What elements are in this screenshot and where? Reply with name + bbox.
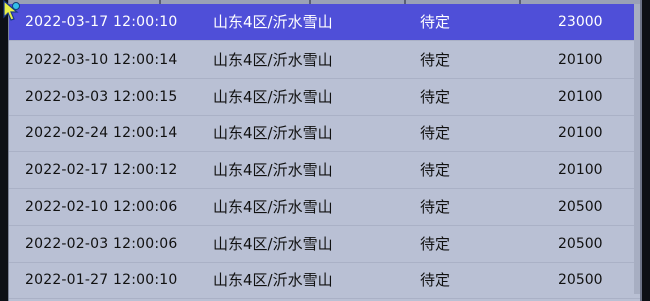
row-price: 20500 bbox=[558, 272, 603, 288]
row-status: 待定 bbox=[420, 161, 451, 179]
row-status: 待定 bbox=[420, 198, 451, 216]
row-status: 待定 bbox=[420, 13, 451, 31]
row-price: 23000 bbox=[558, 14, 603, 30]
table-row[interactable]: 2022-02-10 12:00:06 山东4区/沂水雪山 待定 20500 bbox=[9, 189, 640, 226]
row-time: 2022-02-17 12:00:12 bbox=[25, 162, 178, 178]
row-server: 山东4区/沂水雪山 bbox=[213, 51, 333, 69]
row-time: 2022-01-27 12:00:10 bbox=[25, 272, 178, 288]
table-row[interactable]: 2022-01-27 12:00:10 山东4区/沂水雪山 待定 20500 bbox=[9, 262, 640, 299]
row-time: 2022-02-24 12:00:14 bbox=[25, 125, 178, 141]
row-price: 20100 bbox=[558, 162, 603, 178]
row-status: 待定 bbox=[420, 235, 451, 253]
row-price: 20100 bbox=[558, 125, 603, 141]
row-server: 山东4区/沂水雪山 bbox=[213, 198, 333, 216]
row-status: 待定 bbox=[420, 124, 451, 142]
row-price: 20500 bbox=[558, 199, 603, 215]
row-price: 20100 bbox=[558, 89, 603, 105]
row-server: 山东4区/沂水雪山 bbox=[213, 161, 333, 179]
row-server: 山东4区/沂水雪山 bbox=[213, 235, 333, 253]
row-time: 2022-02-10 12:00:06 bbox=[25, 199, 178, 215]
trade-history-list[interactable]: 2022-03-17 12:00:10 山东4区/沂水雪山 待定 23000 2… bbox=[8, 0, 642, 301]
list-scrollbar[interactable] bbox=[634, 4, 640, 294]
table-row[interactable]: 2022-02-17 12:00:12 山东4区/沂水雪山 待定 20100 bbox=[9, 152, 640, 189]
row-status: 待定 bbox=[420, 51, 451, 69]
row-time: 2022-03-17 12:00:10 bbox=[25, 14, 178, 30]
table-row[interactable]: 2022-03-03 12:00:15 山东4区/沂水雪山 待定 20100 bbox=[9, 79, 640, 116]
row-server: 山东4区/沂水雪山 bbox=[213, 271, 333, 289]
row-time: 2022-03-03 12:00:15 bbox=[25, 89, 178, 105]
table-row[interactable]: 2022-02-24 12:00:14 山东4区/沂水雪山 待定 20100 bbox=[9, 115, 640, 152]
table-row[interactable]: 2022-03-17 12:00:10 山东4区/沂水雪山 待定 23000 bbox=[9, 4, 640, 41]
row-price: 20100 bbox=[558, 52, 603, 68]
row-status: 待定 bbox=[420, 271, 451, 289]
row-time: 2022-03-10 12:00:14 bbox=[25, 52, 178, 68]
mouse-pointer-icon bbox=[3, 0, 20, 21]
row-server: 山东4区/沂水雪山 bbox=[213, 13, 333, 31]
table-row[interactable]: 2022-03-10 12:00:14 山东4区/沂水雪山 待定 20100 bbox=[9, 42, 640, 79]
row-server: 山东4区/沂水雪山 bbox=[213, 124, 333, 142]
row-time: 2022-02-03 12:00:06 bbox=[25, 236, 178, 252]
row-server: 山东4区/沂水雪山 bbox=[213, 88, 333, 106]
table-row[interactable]: 2022-02-03 12:00:06 山东4区/沂水雪山 待定 20500 bbox=[9, 226, 640, 263]
row-price: 20500 bbox=[558, 236, 603, 252]
trade-history-window: 2022-03-17 12:00:10 山东4区/沂水雪山 待定 23000 2… bbox=[0, 0, 650, 301]
row-status: 待定 bbox=[420, 88, 451, 106]
